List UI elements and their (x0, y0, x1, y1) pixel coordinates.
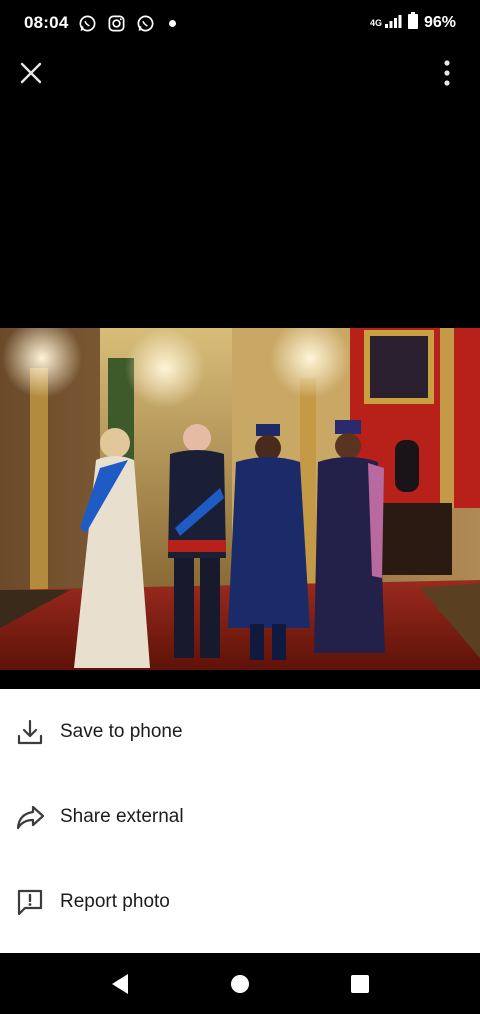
save-to-phone-item[interactable]: Save to phone (0, 689, 480, 774)
report-icon (14, 886, 46, 918)
save-to-phone-label: Save to phone (60, 720, 183, 742)
more-vert-icon (444, 60, 450, 86)
photo-image (0, 328, 480, 670)
status-left: 08:04 (24, 13, 177, 33)
home-button[interactable] (220, 964, 260, 1004)
signal-icon (384, 14, 402, 33)
close-button[interactable] (16, 53, 46, 93)
back-button[interactable] (100, 964, 140, 1004)
status-bar: 08:04 4G 96% (0, 0, 480, 46)
network-label: 4G (369, 17, 382, 28)
download-icon (14, 716, 46, 748)
report-photo-item[interactable]: Report photo (0, 859, 480, 944)
battery-icon (407, 12, 418, 34)
recents-icon (351, 974, 369, 993)
whatsapp-icon (78, 14, 97, 33)
back-icon (112, 973, 128, 994)
share-arrow-icon (14, 801, 46, 833)
share-external-label: Share external (60, 805, 184, 827)
more-options-button[interactable] (432, 53, 462, 93)
action-sheet: Save to phone Share external Report phot… (0, 689, 480, 953)
system-nav-bar (0, 953, 480, 1014)
share-external-item[interactable]: Share external (0, 774, 480, 859)
viewer-top-bar (0, 50, 480, 96)
report-photo-label: Report photo (60, 890, 170, 912)
battery-percent: 96% (423, 14, 456, 31)
status-time: 08:04 (24, 13, 69, 32)
close-icon (20, 62, 42, 84)
recents-button[interactable] (340, 964, 380, 1004)
instagram-icon (107, 14, 126, 33)
status-right: 4G 96% (370, 12, 456, 34)
home-icon (231, 974, 249, 993)
photo[interactable] (0, 328, 480, 670)
whatsapp-icon (136, 14, 155, 33)
notification-dot-icon (169, 19, 177, 27)
